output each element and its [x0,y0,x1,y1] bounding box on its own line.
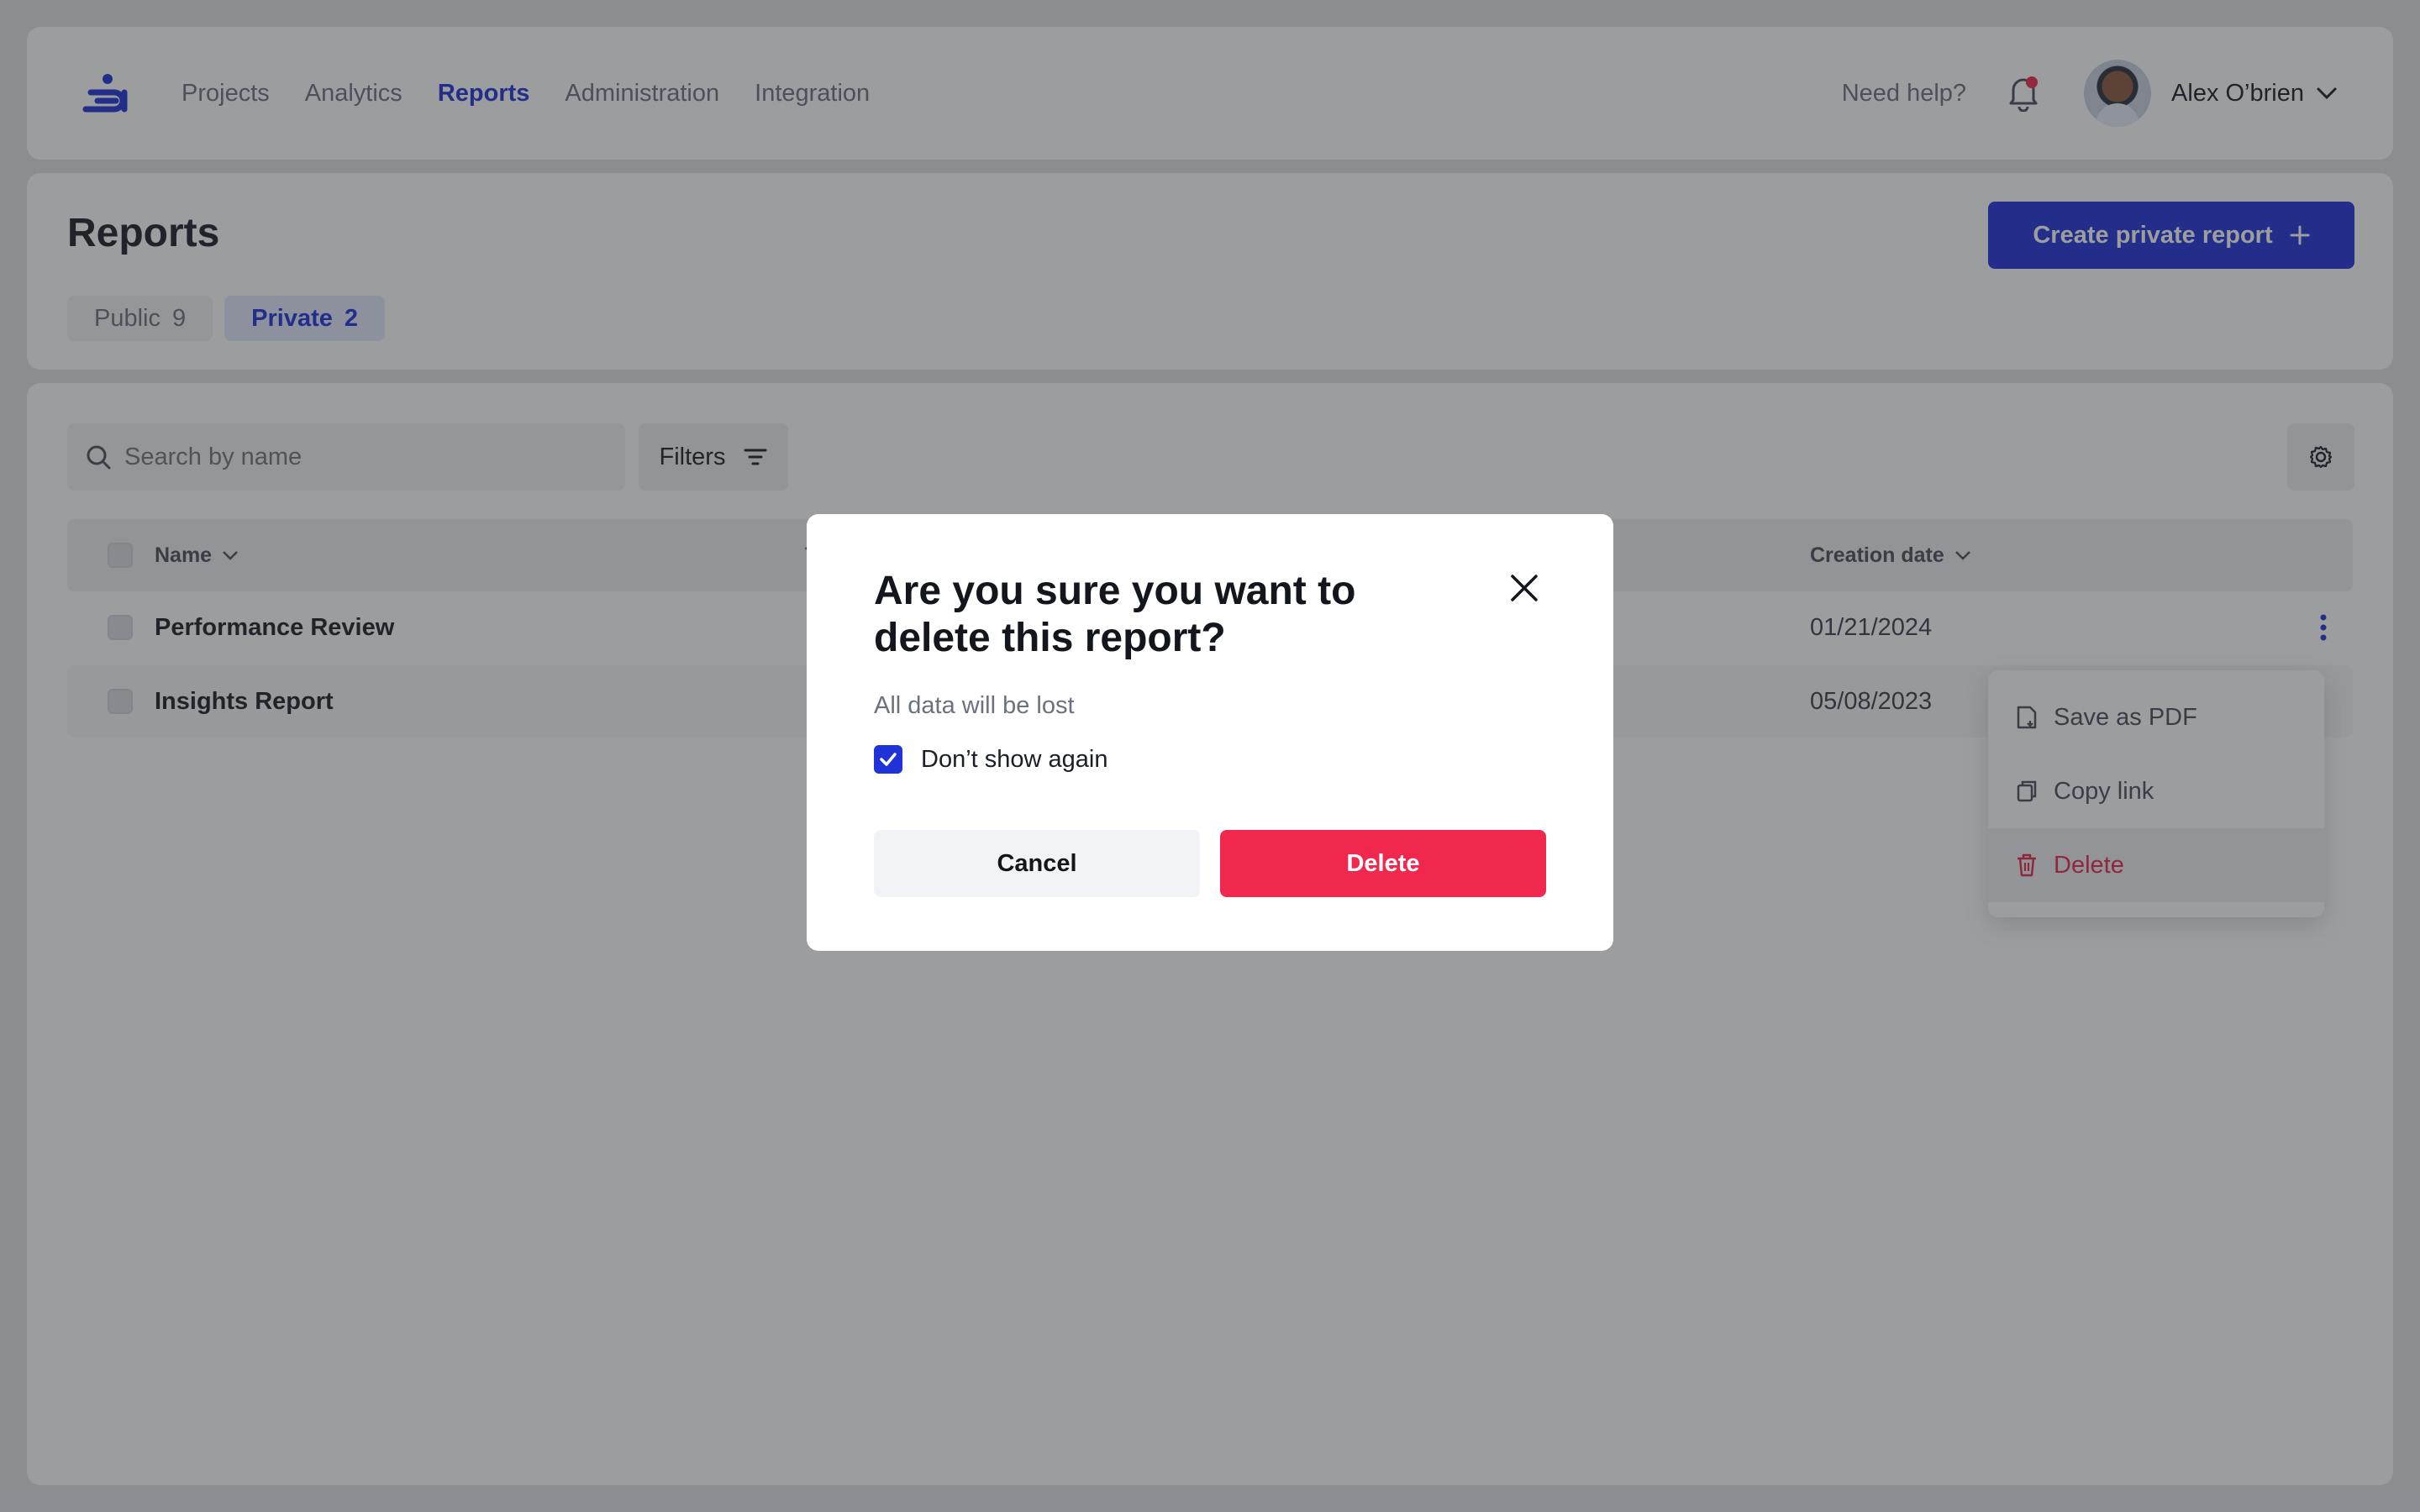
dont-show-again-option[interactable]: Don’t show again [874,745,1546,774]
delete-confirm-dialog: Are you sure you want to delete this rep… [807,514,1613,951]
close-icon[interactable] [1509,573,1539,603]
app-root: Projects Analytics Reports Administratio… [0,0,2420,1512]
dont-show-again-label: Don’t show again [921,745,1108,773]
dialog-actions: Cancel Delete [874,830,1546,897]
cancel-button[interactable]: Cancel [874,830,1200,897]
delete-button[interactable]: Delete [1220,830,1546,897]
dialog-subtitle: All data will be lost [874,692,1075,719]
checkmark-icon [880,753,897,766]
dont-show-again-checkbox[interactable] [874,745,902,774]
dialog-title: Are you sure you want to delete this rep… [874,569,1356,660]
